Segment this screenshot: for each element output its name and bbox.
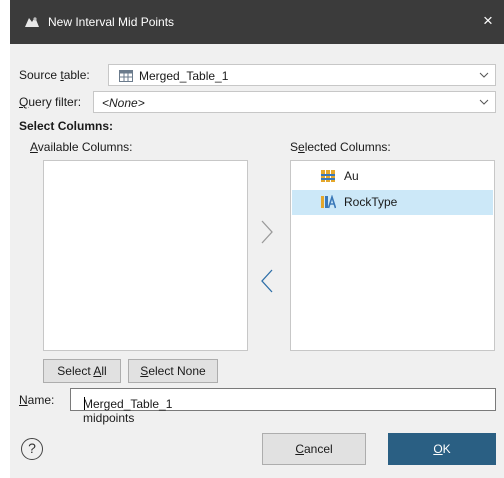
name-input[interactable]: Merged_Table_1 midpoints xyxy=(70,388,496,425)
window-title: New Interval Mid Points xyxy=(48,15,175,29)
dialog-body: Source table: Merged_Table_1 Query filte… xyxy=(10,44,504,478)
source-table-label: Source table: xyxy=(19,68,90,82)
available-columns-label: Available Columns: xyxy=(30,140,133,154)
selected-columns-list[interactable]: Au RockType xyxy=(290,160,495,351)
list-item-rocktype[interactable]: RockType xyxy=(292,190,493,215)
add-column-arrow-icon[interactable] xyxy=(258,219,276,245)
chevron-down-icon xyxy=(479,72,489,78)
name-label: Name: xyxy=(19,393,55,407)
text-cursor xyxy=(84,397,85,410)
app-icon xyxy=(25,17,39,27)
chevron-down-icon xyxy=(479,99,489,105)
table-icon xyxy=(119,70,133,82)
list-item-au[interactable]: Au xyxy=(292,164,493,189)
source-table-dropdown[interactable]: Merged_Table_1 xyxy=(108,64,496,86)
name-value: Merged_Table_1 midpoints xyxy=(83,397,173,425)
remove-column-arrow-icon[interactable] xyxy=(258,268,276,294)
cancel-button[interactable]: Cancel xyxy=(262,433,366,465)
select-all-button[interactable]: Select All xyxy=(43,359,121,383)
source-table-value: Merged_Table_1 xyxy=(139,69,229,83)
close-button[interactable]: × xyxy=(478,10,498,32)
query-filter-dropdown[interactable]: <None> xyxy=(93,91,496,113)
available-columns-list[interactable] xyxy=(43,160,248,351)
category-column-icon xyxy=(321,195,336,209)
title-bar: New Interval Mid Points × xyxy=(10,0,504,44)
select-none-button[interactable]: Select None xyxy=(128,359,218,383)
numeric-column-icon xyxy=(321,170,335,182)
selected-columns-label: Selected Columns: xyxy=(290,140,391,154)
query-filter-label: Query filter: xyxy=(19,95,82,109)
list-item-label: RockType xyxy=(344,195,398,209)
help-icon[interactable]: ? xyxy=(21,438,43,460)
list-item-label: Au xyxy=(344,169,359,183)
select-columns-heading: Select Columns: xyxy=(19,119,114,133)
ok-button[interactable]: OK xyxy=(388,433,496,465)
query-filter-value: <None> xyxy=(102,96,145,110)
